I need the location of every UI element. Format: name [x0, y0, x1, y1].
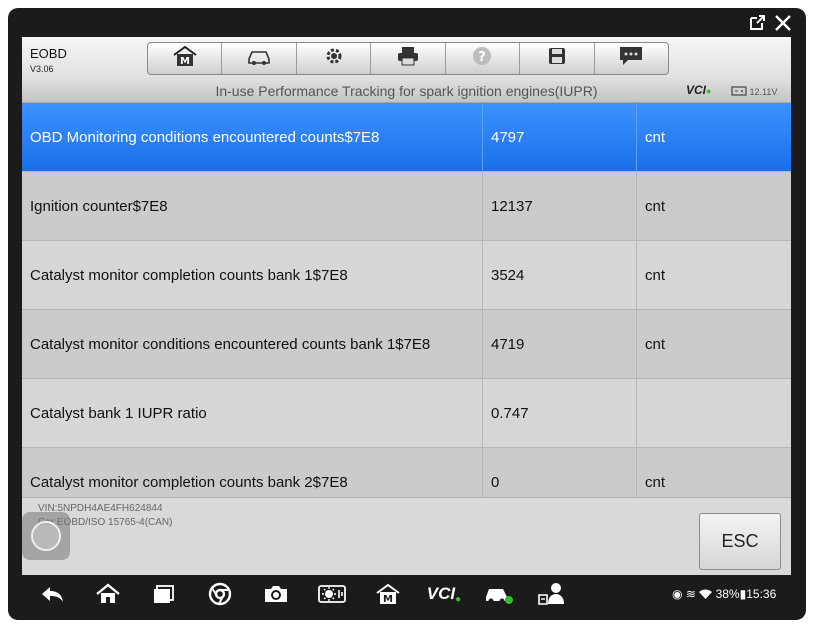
svg-text:M: M — [180, 56, 190, 67]
clock: 15:36 — [746, 587, 777, 601]
home-icon[interactable] — [92, 581, 124, 607]
vci-ok-icon: ● — [455, 593, 462, 605]
recent-apps-icon[interactable] — [148, 581, 180, 607]
brightness-icon[interactable] — [316, 581, 348, 607]
item-value-cell: 4797 — [482, 103, 644, 171]
vci-status: VCI● — [686, 83, 711, 97]
data-table[interactable]: OBD Monitoring conditions encountered co… — [22, 103, 791, 497]
title-bar: In-use Performance Tracking for spark ig… — [22, 81, 791, 103]
item-value-cell: 4719 — [482, 310, 644, 378]
table-row[interactable]: Ignition counter$7E8 12137 cnt — [22, 172, 791, 241]
table-row[interactable]: OBD Monitoring conditions encountered co… — [22, 103, 791, 172]
item-unit-cell — [636, 379, 790, 447]
esc-button[interactable]: ESC — [699, 513, 781, 570]
item-unit-cell: cnt — [636, 241, 790, 309]
item-name-cell: Catalyst monitor completion counts bank … — [30, 473, 348, 491]
app-screen: EOBD V3.06 M ? In-use Performance Tracki… — [22, 37, 791, 575]
technician-icon[interactable] — [536, 581, 568, 607]
printer-icon — [396, 46, 420, 71]
svg-text:M: M — [383, 594, 393, 605]
item-name-cell: Ignition counter$7E8 — [30, 197, 168, 215]
message-button[interactable] — [595, 43, 668, 74]
vci-nav-label: VCI — [426, 584, 456, 603]
item-unit-cell: cnt — [636, 448, 790, 497]
android-nav-bar: M VCI ● ◉ ≋ 38%▮15:36 — [22, 577, 791, 611]
settings-button[interactable] — [297, 43, 372, 74]
table-row[interactable]: Catalyst bank 1 IUPR ratio 0.747 — [22, 379, 791, 448]
car-battery-icon — [731, 86, 750, 97]
battery-percent: 38% — [715, 587, 740, 601]
car-check-icon[interactable] — [482, 581, 514, 607]
item-value-cell: 0.747 — [482, 379, 644, 447]
wifi-icon — [699, 587, 715, 601]
app-version: V3.06 — [30, 64, 54, 74]
item-unit-cell: cnt — [636, 172, 790, 240]
table-row[interactable]: Catalyst monitor conditions encountered … — [22, 310, 791, 379]
footer: VIN:5NPDH4AE4FH624844 Car:EOBD/ISO 15765… — [22, 497, 791, 575]
top-bar: EOBD V3.06 M ? — [22, 37, 791, 82]
chrome-icon[interactable] — [204, 581, 236, 607]
vci-label: VCI — [686, 83, 707, 97]
item-value-cell: 3524 — [482, 241, 644, 309]
save-icon — [547, 46, 567, 71]
vehicle-button[interactable] — [222, 43, 297, 74]
help-icon: ? — [471, 45, 493, 72]
vci-icon[interactable]: VCI ● — [425, 581, 463, 607]
item-name-cell: Catalyst monitor completion counts bank … — [30, 266, 348, 284]
save-button[interactable] — [520, 43, 595, 74]
svg-text:?: ? — [479, 50, 487, 65]
help-button[interactable]: ? — [446, 43, 521, 74]
battery-voltage: 12.11V — [731, 85, 777, 97]
app-name: EOBD — [30, 46, 67, 61]
toolbar: M ? — [147, 42, 669, 75]
notification-icon: ◉ — [672, 587, 683, 601]
car-icon — [246, 46, 272, 71]
page-title: In-use Performance Tracking for spark ig… — [215, 83, 598, 99]
item-unit-cell: cnt — [636, 103, 790, 171]
table-row[interactable]: Catalyst monitor completion counts bank … — [22, 448, 791, 497]
maxisys-home-icon[interactable]: M — [372, 581, 404, 607]
vci-connected-icon: ● — [706, 86, 712, 96]
close-icon[interactable] — [774, 14, 792, 36]
external-link-icon[interactable] — [748, 14, 766, 36]
home-m-icon: M — [172, 45, 198, 72]
item-name-cell: Catalyst monitor conditions encountered … — [30, 335, 431, 353]
message-icon — [618, 45, 644, 72]
back-icon[interactable] — [36, 581, 68, 607]
assist-ring-icon — [31, 521, 61, 551]
item-name-cell: OBD Monitoring conditions encountered co… — [30, 128, 380, 146]
item-value-cell: 0 — [482, 448, 644, 497]
status-bar: ◉ ≋ 38%▮15:36 — [672, 587, 776, 601]
home-button[interactable]: M — [148, 43, 223, 74]
vibrate-icon: ≋ — [685, 587, 696, 601]
voltage-value: 12.11V — [749, 87, 778, 97]
item-unit-cell: cnt — [636, 310, 790, 378]
item-name-cell: Catalyst bank 1 IUPR ratio — [30, 404, 207, 422]
floating-assist-button[interactable] — [22, 512, 70, 560]
camera-icon[interactable] — [260, 581, 292, 607]
table-row[interactable]: Catalyst monitor completion counts bank … — [22, 241, 791, 310]
print-button[interactable] — [371, 43, 446, 74]
item-value-cell: 12137 — [482, 172, 644, 240]
gear-icon — [323, 45, 345, 72]
